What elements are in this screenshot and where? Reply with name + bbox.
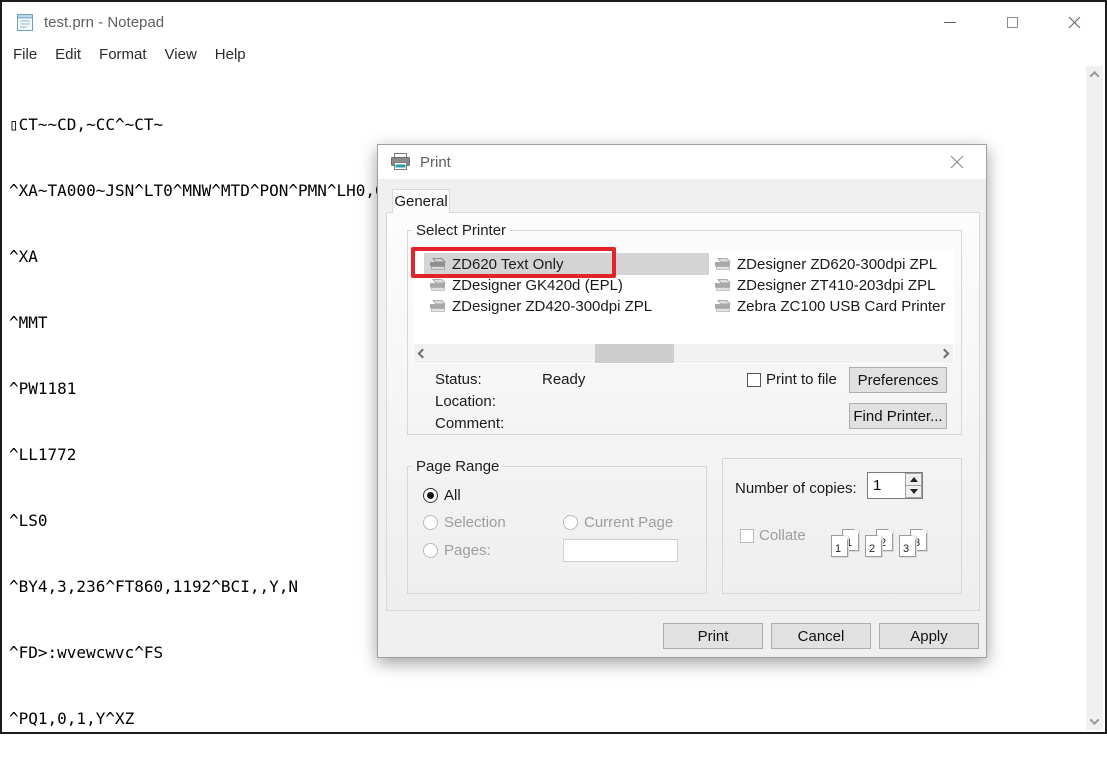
dialog-close-button[interactable] (940, 145, 974, 179)
cancel-button[interactable]: Cancel (771, 623, 871, 649)
close-icon (950, 155, 964, 169)
radio-all[interactable] (423, 488, 438, 503)
printer-icon (390, 153, 411, 171)
printer-list-horizontal-scrollbar[interactable] (414, 344, 953, 363)
printer-item-zd420[interactable]: ZDesigner ZD420-300dpi ZPL (429, 296, 652, 317)
notepad-window: test.prn - Notepad File Edit Format View… (0, 0, 1107, 734)
collate-pages-icon: 1 1 2 2 3 3 (831, 525, 941, 573)
window-title: test.prn - Notepad (44, 14, 164, 31)
collate-checkbox-row[interactable]: Collate (740, 527, 806, 544)
radio-pages-label: Pages: (444, 542, 491, 559)
printer-icon (714, 258, 731, 271)
print-dialog: Print General Select Printer ZD620 Text … (377, 144, 987, 658)
collate-checkbox[interactable] (740, 529, 754, 543)
print-to-file-checkbox[interactable] (747, 373, 761, 387)
select-printer-legend: Select Printer (412, 222, 510, 239)
status-label: Status: (435, 371, 482, 388)
printer-icon (429, 279, 446, 292)
notepad-titlebar: test.prn - Notepad (2, 2, 1105, 42)
printer-icon (714, 279, 731, 292)
close-icon (1068, 16, 1081, 29)
printer-name: ZDesigner ZT410-203dpi ZPL (737, 277, 935, 294)
apply-button[interactable]: Apply (879, 623, 979, 649)
copies-input[interactable] (868, 473, 905, 498)
copies-decrement-button[interactable] (905, 485, 922, 498)
status-value: Ready (542, 371, 585, 388)
minimize-icon (944, 22, 956, 23)
print-to-file-checkbox-row[interactable]: Print to file (747, 371, 837, 388)
page-range-legend: Page Range (412, 458, 503, 475)
copies-spinner (867, 472, 923, 499)
printer-name: ZDesigner ZD620-300dpi ZPL (737, 256, 937, 273)
radio-all-row[interactable]: All (423, 487, 461, 504)
printer-name: Zebra ZC100 USB Card Printer (737, 298, 945, 315)
tab-general[interactable]: General (392, 189, 450, 213)
annotation-highlight (411, 247, 616, 278)
editor-line: ▯CT~~CD,~CC^~CT~ (9, 114, 1086, 136)
menu-help[interactable]: Help (206, 44, 255, 65)
printer-item-gk420d[interactable]: ZDesigner GK420d (EPL) (429, 275, 623, 296)
radio-current-page[interactable] (563, 515, 578, 530)
print-dialog-title: Print (420, 154, 451, 171)
collate-label: Collate (759, 527, 806, 544)
printer-icon (429, 300, 446, 313)
minimize-button[interactable] (919, 2, 981, 42)
print-dialog-titlebar: Print (378, 145, 986, 179)
up-arrow-icon (910, 477, 918, 482)
menu-format[interactable]: Format (90, 44, 156, 65)
menu-file[interactable]: File (4, 44, 46, 65)
radio-selection[interactable] (423, 515, 438, 530)
menu-view[interactable]: View (156, 44, 206, 65)
scroll-up-arrow[interactable] (1086, 66, 1103, 83)
radio-pages-row[interactable]: Pages: (423, 542, 491, 559)
editor-vertical-scrollbar[interactable] (1086, 66, 1103, 730)
copies-group: Number of copies: Collate 1 1 (722, 458, 962, 594)
print-to-file-label: Print to file (766, 371, 837, 388)
radio-selection-row[interactable]: Selection (423, 514, 506, 531)
radio-current-page-row[interactable]: Current Page (563, 514, 673, 531)
printer-item-zc100[interactable]: Zebra ZC100 USB Card Printer (714, 296, 945, 317)
close-button[interactable] (1043, 2, 1105, 42)
printer-item-zd620-300dpi[interactable]: ZDesigner ZD620-300dpi ZPL (714, 254, 937, 275)
menu-edit[interactable]: Edit (46, 44, 90, 65)
printer-icon (714, 300, 731, 313)
page-range-group: Page Range All Selection Current Page Pa… (407, 458, 707, 594)
radio-selection-label: Selection (444, 514, 506, 531)
scroll-down-arrow[interactable] (1086, 713, 1103, 730)
scroll-right-arrow[interactable] (936, 344, 953, 363)
radio-pages[interactable] (423, 543, 438, 558)
radio-current-page-label: Current Page (584, 514, 673, 531)
menu-bar: File Edit Format View Help (2, 42, 1105, 66)
find-printer-button[interactable]: Find Printer... (849, 403, 947, 429)
printer-name: ZDesigner GK420d (EPL) (452, 277, 623, 294)
pages-input[interactable] (563, 539, 678, 562)
down-arrow-icon (910, 489, 918, 494)
comment-label: Comment: (435, 415, 504, 432)
print-button[interactable]: Print (663, 623, 763, 649)
location-label: Location: (435, 393, 496, 410)
preferences-button[interactable]: Preferences (849, 367, 947, 393)
maximize-icon (1007, 17, 1018, 28)
scrollbar-thumb[interactable] (595, 344, 674, 363)
scroll-left-arrow[interactable] (414, 344, 431, 363)
printer-name: ZDesigner ZD420-300dpi ZPL (452, 298, 652, 315)
printer-item-zt410[interactable]: ZDesigner ZT410-203dpi ZPL (714, 275, 935, 296)
editor-line: ^PQ1,0,1,Y^XZ (9, 708, 1086, 730)
number-of-copies-label: Number of copies: (735, 480, 857, 497)
radio-all-label: All (444, 487, 461, 504)
maximize-button[interactable] (981, 2, 1043, 42)
notepad-app-icon (14, 11, 36, 33)
